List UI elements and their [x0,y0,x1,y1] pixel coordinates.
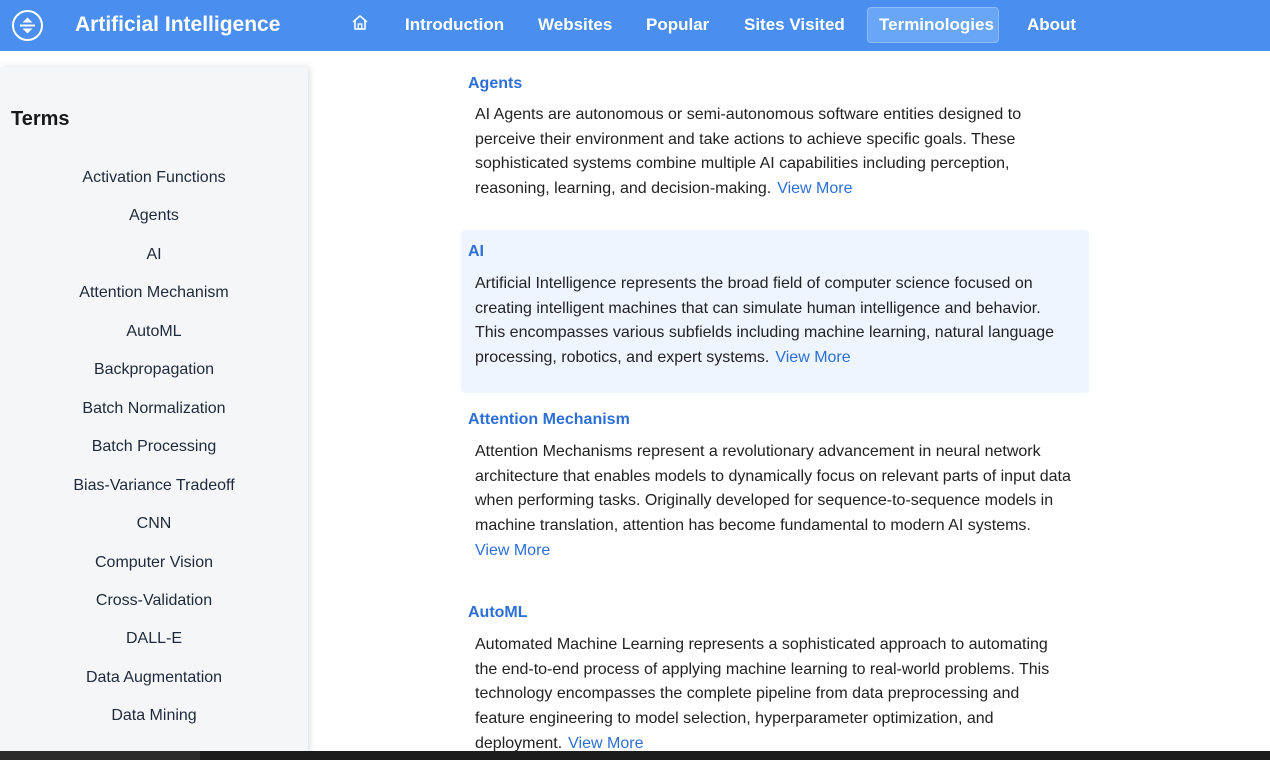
sidebar-item-batch-processing[interactable]: Batch Processing [0,438,308,456]
term-title[interactable]: AutoML [468,604,528,622]
term-card-attention-mechanism: Attention Mechanism Attention Mechanisms… [461,400,1089,580]
term-description-line: deployment. [475,734,563,751]
term-description-line: creating intelligent machines that can s… [475,299,1041,317]
sidebar-item-computer-vision[interactable]: Computer Vision [0,554,308,572]
nav-introduction[interactable]: Introduction [405,15,504,35]
term-description-line: architecture that enables models to dyna… [475,467,1071,485]
sidebar-item-data-augmentation[interactable]: Data Augmentation [0,669,308,687]
term-description: Artificial Intelligence represents the b… [475,272,1085,371]
sidebar-item-data-mining[interactable]: Data Mining [0,707,308,725]
term-card-automl: AutoML Automated Machine Learning repres… [461,593,1089,751]
term-title[interactable]: Agents [468,75,522,93]
nav-terminologies[interactable]: Terminologies [879,15,994,35]
term-description-line: This encompasses various subfields inclu… [475,324,1055,342]
term-description: Automated Machine Learning represents a … [475,633,1085,751]
term-description-line: reasoning, learning, and decision-making… [475,180,772,198]
term-description-line: perceive their environment and take acti… [475,130,1016,148]
view-more-link[interactable]: View More [777,180,852,197]
nav-popular[interactable]: Popular [646,15,709,35]
term-description-line: machine translation, attention has becom… [475,517,1031,535]
term-description-line: Attention Mechanisms represent a revolut… [475,443,1041,460]
terms-sidebar: Terms Activation Functions Agents AI Att… [0,67,308,760]
nav-sites-visited[interactable]: Sites Visited [744,15,845,35]
sidebar-item-activation-functions[interactable]: Activation Functions [0,169,308,187]
sidebar-title: Terms [11,108,70,130]
background-window-strip [0,751,1270,760]
term-description-line: Artificial Intelligence represents the b… [475,275,1033,292]
sidebar-item-cross-validation[interactable]: Cross-Validation [0,592,308,610]
sidebar-item-batch-normalization[interactable]: Batch Normalization [0,400,308,418]
expand-collapse-circle-icon[interactable] [12,10,43,41]
term-description-line: AI Agents are autonomous or semi-autonom… [475,106,1022,123]
term-card-ai: AI Artificial Intelligence represents th… [461,230,1089,393]
brand-title[interactable]: Artificial Intelligence [75,13,280,37]
term-title[interactable]: AI [468,243,484,261]
sidebar-item-ai[interactable]: AI [0,246,308,264]
sidebar-item-automl[interactable]: AutoML [0,323,308,341]
term-description: AI Agents are autonomous or semi-autonom… [475,103,1085,202]
term-description-line: processing, robotics, and expert systems… [475,349,770,367]
sidebar-item-cnn[interactable]: CNN [0,515,308,533]
term-description: Attention Mechanisms represent a revolut… [475,440,1085,564]
sidebar-item-attention-mechanism[interactable]: Attention Mechanism [0,284,308,302]
sidebar-item-backpropagation[interactable]: Backpropagation [0,361,308,379]
top-navbar: Artificial Intelligence Introduction Web… [0,0,1270,51]
nav-about[interactable]: About [1027,15,1076,35]
sidebar-item-dall-e[interactable]: DALL-E [0,630,308,648]
term-description-line: sophisticated systems combine multiple A… [475,155,1010,173]
term-title[interactable]: Attention Mechanism [468,411,630,429]
view-more-link[interactable]: View More [775,349,850,366]
home-icon[interactable] [350,13,370,33]
term-description-line: the end-to-end process of applying machi… [475,660,1050,678]
term-description-line: when performing tasks. Originally develo… [475,492,1054,510]
background-window-pane [0,751,200,760]
sidebar-item-bias-variance-tradeoff[interactable]: Bias-Variance Tradeoff [0,477,308,495]
term-description-line: feature engineering to model selection, … [475,710,994,728]
sidebar-item-agents[interactable]: Agents [0,207,308,225]
term-description-line: technology encompasses the complete pipe… [475,685,1020,703]
term-card-agents: Agents AI Agents are autonomous or semi-… [461,68,1089,218]
view-more-link[interactable]: View More [568,735,643,751]
term-description-line: Automated Machine Learning represents a … [475,636,1048,653]
view-more-link[interactable]: View More [475,542,550,559]
nav-websites[interactable]: Websites [538,15,612,35]
